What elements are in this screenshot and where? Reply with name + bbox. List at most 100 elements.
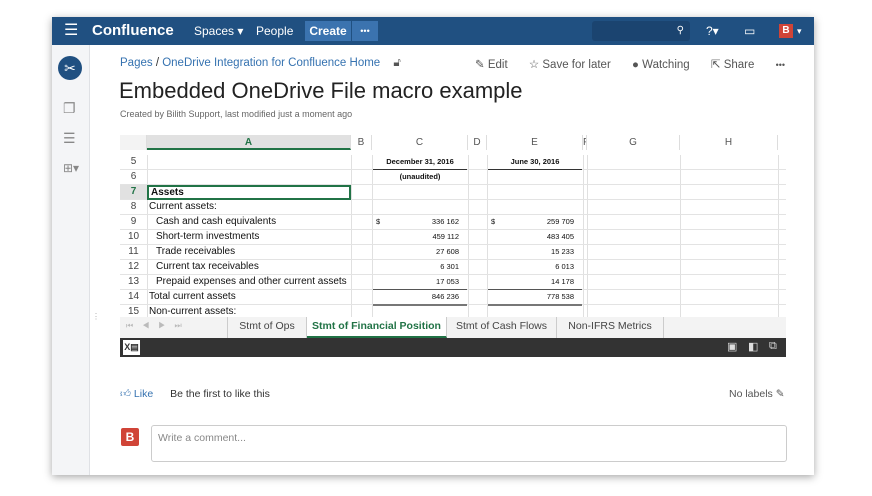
user-avatar[interactable]: B <box>779 24 793 38</box>
panel-icon[interactable]: ◧ <box>748 340 758 353</box>
table-row: 7 Assets <box>120 185 786 200</box>
tab-stmt-of-cash-flows[interactable]: Stmt of Cash Flows <box>447 317 557 338</box>
cell-e[interactable]: 14 178 <box>488 275 582 290</box>
edit-in-excel-icon[interactable]: ▣ <box>727 340 737 353</box>
cell-a[interactable]: Total current assets <box>149 290 353 304</box>
confluence-window: ☰ Confluence Spaces ▾ People Create ••• … <box>52 17 814 475</box>
select-all-corner[interactable] <box>120 135 147 150</box>
row-number[interactable]: 7 <box>120 185 147 199</box>
help-icon[interactable]: ?▾ <box>706 17 719 45</box>
row-number[interactable]: 10 <box>120 230 147 244</box>
like-button[interactable]: 👍︎ Like <box>120 388 153 400</box>
cell-e[interactable]: 259 709 <box>488 215 574 229</box>
table-row: 9 Cash and cash equivalents $336 162 $259 7… <box>120 215 786 230</box>
cell-e[interactable]: 6 013 <box>488 260 574 274</box>
edit-labels-icon[interactable]: ✎ <box>776 388 785 400</box>
breadcrumb-pages[interactable]: Pages <box>120 57 153 69</box>
cell-a[interactable]: Current tax receivables <box>149 260 353 274</box>
cell-c[interactable]: 336 162 <box>373 215 459 229</box>
page-title: Embedded OneDrive File macro example <box>119 78 523 103</box>
edit-label: Edit <box>487 59 508 71</box>
table-row: 6 (unaudited) <box>120 170 786 185</box>
notifications-icon[interactable]: ▭ <box>744 17 755 45</box>
search-input[interactable]: ⚲ <box>592 21 690 41</box>
watching-button[interactable]: ● Watching <box>632 59 690 71</box>
like-text: Be the first to like this <box>170 388 270 400</box>
user-menu-chevron[interactable]: ▾ <box>797 17 802 45</box>
sheet-tabs: ⏮◀▶⏭ Stmt of Ops Stmt of Financial Posit… <box>120 317 786 338</box>
cell-e[interactable]: 15 233 <box>488 245 574 259</box>
unlock-icon[interactable]: 🔓︎ <box>393 57 400 69</box>
save-for-later-button[interactable]: ☆ Save for later <box>529 59 611 71</box>
popout-icon[interactable]: ⧉ <box>769 340 777 353</box>
more-create-button[interactable]: ••• <box>352 21 378 41</box>
pages-icon[interactable]: ❐ <box>63 100 76 117</box>
sheet-nav-arrows[interactable]: ⏮◀▶⏭ <box>126 321 191 331</box>
labels-section: No labels ✎ <box>729 388 785 400</box>
like-section: 👍︎ Like Be the first to like this <box>120 387 270 400</box>
page-metadata: Created by Bilith Support, last modified… <box>120 109 353 119</box>
column-header-b[interactable]: B <box>351 135 372 150</box>
people-link[interactable]: People <box>256 17 293 45</box>
table-row: 5 December 31, 2016 June 30, 2016 <box>120 155 786 170</box>
share-button[interactable]: ⇱ Share <box>711 59 755 71</box>
cell-e[interactable]: June 30, 2016 <box>488 155 582 170</box>
excel-icon[interactable]: X▤ <box>123 340 140 355</box>
confluence-logo[interactable]: Confluence <box>92 17 174 45</box>
menu-icon[interactable]: ☰ <box>64 17 78 45</box>
edit-button[interactable]: ✎ Edit <box>475 59 508 71</box>
column-header-d[interactable]: D <box>468 135 487 150</box>
cell-e[interactable]: 483 405 <box>488 230 574 244</box>
space-logo-icon[interactable]: ✂ <box>58 56 82 80</box>
cell-a-selected[interactable]: Assets <box>147 185 351 200</box>
row-number[interactable]: 5 <box>120 155 147 169</box>
cell-c[interactable]: (unaudited) <box>373 170 467 184</box>
cell-c[interactable]: 27 608 <box>373 245 459 259</box>
blog-icon[interactable]: ☰ <box>63 130 76 147</box>
row-number[interactable]: 13 <box>120 275 147 289</box>
resize-handle[interactable]: ⋮ <box>92 312 100 321</box>
row-number[interactable]: 12 <box>120 260 147 274</box>
tab-non-ifrs-metrics[interactable]: Non-IFRS Metrics <box>557 317 664 338</box>
column-header-e[interactable]: E <box>487 135 583 150</box>
row-number[interactable]: 14 <box>120 290 147 304</box>
cell-c[interactable]: 6 301 <box>373 260 459 274</box>
row-number[interactable]: 11 <box>120 245 147 259</box>
sidebar: ✂ ❐ ☰ ⊞▾ <box>52 45 90 475</box>
cell-a[interactable]: Prepaid expenses and other current asset… <box>149 275 353 289</box>
like-label: Like <box>133 388 154 400</box>
save-label: Save for later <box>542 59 611 71</box>
more-actions-button[interactable]: ••• <box>776 60 785 70</box>
table-row: 12 Current tax receivables 6 301 6 013 <box>120 260 786 275</box>
row-number[interactable]: 8 <box>120 200 147 214</box>
column-header-c[interactable]: C <box>372 135 468 150</box>
cell-c[interactable]: December 31, 2016 <box>373 155 467 170</box>
no-labels-text: No labels <box>729 388 773 400</box>
spaces-label: Spaces <box>194 24 235 38</box>
breadcrumb-separator: / <box>155 57 160 69</box>
cell-a[interactable]: Cash and cash equivalents <box>149 215 353 229</box>
tab-stmt-of-financial-position[interactable]: Stmt of Financial Position <box>307 317 447 338</box>
share-label: Share <box>723 59 755 71</box>
table-row: 14 Total current assets 846 236 778 538 <box>120 290 786 306</box>
tab-stmt-of-ops[interactable]: Stmt of Ops <box>227 317 307 338</box>
column-header-g[interactable]: G <box>587 135 680 150</box>
row-number[interactable]: 6 <box>120 170 147 184</box>
create-button[interactable]: Create <box>305 21 351 41</box>
column-header-a[interactable]: A <box>147 135 351 150</box>
cell-c[interactable]: 459 112 <box>373 230 459 244</box>
cell-a[interactable]: Short-term investments <box>149 230 353 244</box>
cell-c[interactable]: 846 236 <box>373 290 467 306</box>
spaces-menu[interactable]: Spaces ▾ <box>194 17 243 45</box>
tree-icon[interactable]: ⊞▾ <box>63 161 79 175</box>
comment-avatar: B <box>121 428 139 446</box>
breadcrumb-space[interactable]: OneDrive Integration for Confluence Home <box>162 57 380 69</box>
cell-e[interactable]: 778 538 <box>488 290 582 306</box>
cell-a[interactable]: Trade receivables <box>149 245 353 259</box>
row-number[interactable]: 9 <box>120 215 147 229</box>
column-header-h[interactable]: H <box>680 135 778 150</box>
cell-c[interactable]: 17 053 <box>373 275 467 290</box>
cell-a[interactable]: Current assets: <box>149 200 353 214</box>
comment-input[interactable]: Write a comment... <box>151 425 787 462</box>
table-row: 13 Prepaid expenses and other current ass… <box>120 275 786 290</box>
